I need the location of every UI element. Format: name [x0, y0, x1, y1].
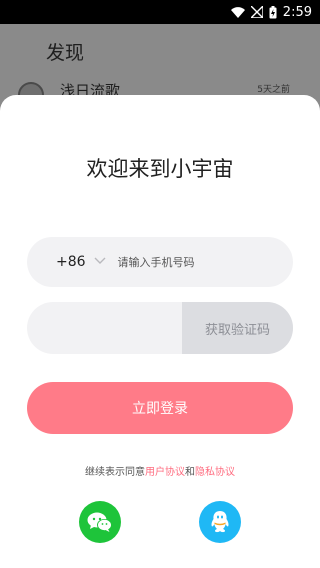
wechat-icon [87, 512, 112, 532]
phone-input-row[interactable]: +86 请输入手机号码 [27, 237, 293, 287]
battery-charging-icon [269, 5, 277, 18]
verification-code-row[interactable]: 获取验证码 [27, 302, 293, 354]
no-signal-icon [250, 6, 263, 18]
status-icons [230, 5, 277, 19]
post-timestamp: 5天之前 [257, 85, 290, 95]
status-bar: 2:59 [0, 0, 320, 24]
verification-code-input[interactable] [27, 302, 182, 354]
wifi-icon [230, 6, 245, 18]
country-code-selector[interactable]: +86 [56, 254, 86, 270]
wechat-login-button[interactable] [79, 501, 121, 543]
terms-and: 和 [185, 467, 195, 478]
login-button[interactable]: 立即登录 [27, 382, 293, 434]
get-code-button[interactable]: 获取验证码 [182, 302, 293, 354]
terms-text: 继续表示同意用户协议和隐私协议 [0, 463, 320, 478]
chevron-down-icon[interactable] [94, 257, 106, 265]
status-time: 2:59 [282, 4, 312, 20]
qq-icon [211, 511, 229, 533]
terms-prefix: 继续表示同意 [85, 467, 145, 478]
welcome-title: 欢迎来到小宇宙 [86, 157, 234, 181]
login-sheet: 欢迎来到小宇宙 +86 请输入手机号码 获取验证码 立即登录 继续表示同意用户协… [0, 95, 320, 568]
user-agreement-link[interactable]: 用户协议 [145, 467, 185, 478]
phone-input[interactable]: 请输入手机号码 [118, 254, 195, 270]
page-title: 发现 [46, 42, 85, 64]
qq-login-button[interactable] [199, 501, 241, 543]
privacy-policy-link[interactable]: 隐私协议 [195, 467, 235, 478]
